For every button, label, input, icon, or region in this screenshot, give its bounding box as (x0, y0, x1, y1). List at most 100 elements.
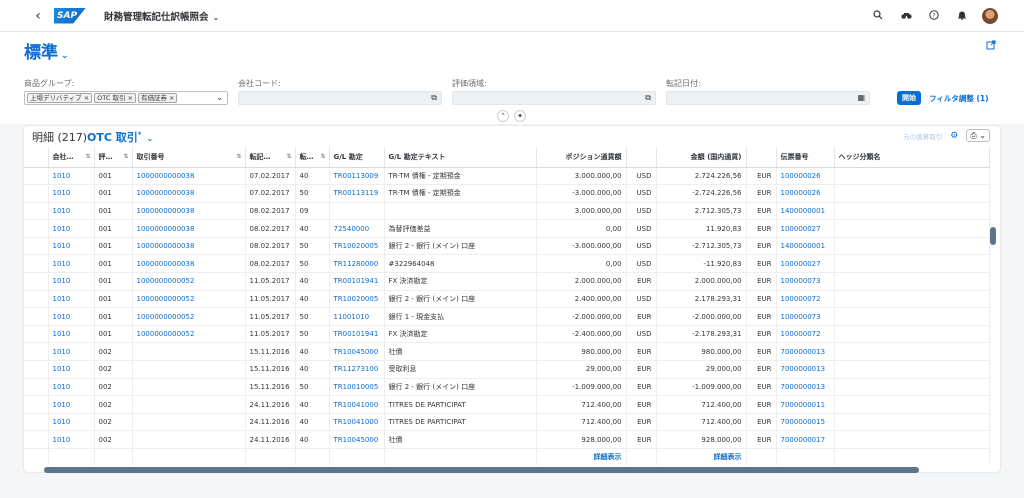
table-row[interactable]: 1010 002 24.11.2016 40 TR10045000 社債 928.000,0… (24, 430, 990, 449)
table-row[interactable]: 1010 001 1000000000038 08.02.2017 40 72540000… (24, 219, 990, 238)
table-cell[interactable]: 7000000015 (776, 413, 835, 432)
table-cell[interactable]: 1000000000052 (132, 290, 246, 309)
row-selector[interactable] (24, 430, 49, 449)
table-cell[interactable]: 1010 (48, 413, 95, 432)
company-code-field[interactable]: ⧉ (238, 91, 442, 105)
sap-logo[interactable]: SAP (54, 7, 86, 24)
table-row[interactable]: 1010 002 15.11.2016 40 TR10045000 社債 980.000,0… (24, 342, 990, 362)
row-selector[interactable] (24, 184, 49, 203)
table-cell[interactable]: TR10045000 (329, 430, 385, 449)
search-icon[interactable] (864, 9, 892, 23)
table-cell[interactable]: TR10010005 (329, 378, 385, 397)
col-header-local-amount[interactable]: 金額 (国内通貨) (656, 147, 747, 168)
col-header-company[interactable]: 会社… ⇅ (48, 147, 95, 168)
table-cell[interactable]: 1000000000052 (132, 272, 246, 291)
table-row[interactable]: 1010 001 1000000000052 11.05.2017 50 TR001019… (24, 325, 990, 344)
table-cell[interactable]: 1010 (48, 307, 95, 326)
calendar-icon[interactable]: ▦ (857, 93, 865, 102)
table-cell[interactable]: TR00101941 (329, 272, 385, 291)
table-row[interactable]: 1010 001 1000000000038 08.02.2017 09 3.000.00… (24, 202, 990, 221)
table-cell[interactable]: 1010 (48, 272, 95, 291)
table-row[interactable]: 1010 001 1000000000052 11.05.2017 40 TR001019… (24, 272, 990, 291)
table-cell[interactable] (132, 360, 246, 379)
table-cell[interactable]: 100000073 (776, 272, 835, 291)
col-header-posting-key[interactable]: 転… ⇅ (295, 147, 330, 168)
row-selector[interactable] (24, 378, 49, 397)
table-cell[interactable]: 1010 (48, 219, 95, 238)
col-header-hedge[interactable]: ヘッジ分類名 (834, 147, 990, 168)
table-cell[interactable]: 72540000 (329, 219, 385, 238)
table-cell[interactable]: 1400000001 (776, 237, 835, 256)
show-details-link[interactable]: 詳細表示 (594, 453, 622, 461)
table-cell[interactable]: TR10020005 (329, 237, 385, 256)
table-cell[interactable]: 1010 (48, 395, 95, 414)
col-header-position-currency[interactable] (626, 147, 657, 168)
table-cell[interactable]: 1010 (48, 290, 95, 309)
token[interactable]: 有価証券 × (137, 93, 178, 103)
chevron-down-icon[interactable]: ⌄ (216, 93, 223, 102)
table-cell[interactable] (132, 430, 246, 449)
table-cell[interactable] (132, 378, 246, 397)
table-cell[interactable]: 100000073 (776, 307, 835, 326)
table-row[interactable]: 1010 001 1000000000038 08.02.2017 50 TR112800… (24, 254, 990, 274)
help-icon[interactable]: ? (920, 9, 948, 23)
table-cell[interactable]: 1000000000038 (132, 254, 246, 274)
table-cell[interactable]: 100000072 (776, 325, 835, 344)
table-row[interactable]: 1010 001 1000000000052 11.05.2017 50 11001010… (24, 307, 990, 326)
table-cell[interactable]: 1000000000038 (132, 219, 246, 238)
table-cell[interactable]: 1010 (48, 202, 95, 221)
col-header-position-amount[interactable]: ポジション通貨額 (536, 147, 627, 168)
table-cell[interactable]: 1000000000038 (132, 202, 246, 221)
table-cell[interactable]: 100000027 (776, 254, 835, 274)
row-selector[interactable] (24, 395, 49, 414)
table-cell[interactable]: 1010 (48, 325, 95, 344)
col-header-gl-account[interactable]: G/L 勘定 (329, 147, 385, 168)
value-help-icon[interactable]: ⧉ (645, 93, 651, 103)
table-variant-selector[interactable]: OTC 取引* ⌄ (87, 129, 153, 145)
table-cell[interactable] (329, 202, 385, 221)
table-cell[interactable]: 1010 (48, 167, 95, 186)
table-cell[interactable]: 1010 (48, 342, 95, 362)
table-cell[interactable]: 7000000011 (776, 395, 835, 414)
vertical-scrollbar[interactable] (990, 227, 996, 245)
table-cell[interactable]: TR11280000 (329, 254, 385, 274)
variant-selector[interactable]: 標準 ⌄ (24, 38, 69, 63)
restore-button[interactable]: 元の換算取引 (903, 131, 942, 141)
table-cell[interactable]: 7000000013 (776, 342, 835, 362)
horizontal-scrollbar[interactable] (44, 467, 919, 473)
row-selector[interactable] (24, 413, 49, 432)
table-cell[interactable]: 1000000000038 (132, 167, 246, 186)
value-help-icon[interactable]: ⧉ (431, 93, 437, 103)
row-selector[interactable] (24, 202, 49, 221)
back-button[interactable]: ‹ (28, 8, 48, 24)
table-cell[interactable]: 100000026 (776, 167, 835, 186)
adapt-filters-button[interactable]: フィルタ調整 (1) (929, 93, 989, 104)
col-header-local-currency[interactable] (746, 147, 777, 168)
table-row[interactable]: 1010 002 15.11.2016 40 TR11273100 受取利息 29.000,… (24, 360, 990, 379)
table-cell[interactable]: 7000000017 (776, 430, 835, 449)
table-cell[interactable]: TR00113119 (329, 184, 385, 203)
row-selector[interactable] (24, 325, 49, 344)
table-row[interactable]: 1010 001 1000000000038 08.02.2017 50 TR100200… (24, 237, 990, 256)
col-header-gl-text[interactable]: G/L 勘定テキスト (384, 147, 537, 168)
binoculars-icon[interactable] (892, 10, 920, 23)
table-cell[interactable]: TR10041000 (329, 413, 385, 432)
row-selector[interactable] (24, 307, 49, 326)
table-cell[interactable]: TR10020005 (329, 290, 385, 309)
token[interactable]: OTC 取引 × (94, 93, 136, 103)
valuation-area-field[interactable]: ⧉ (452, 91, 656, 105)
col-header-transaction[interactable]: 取引番号 ⇅ (132, 147, 246, 168)
row-selector[interactable] (24, 360, 49, 379)
row-selector[interactable] (24, 167, 49, 186)
table-cell[interactable]: 1010 (48, 254, 95, 274)
table-cell[interactable]: 1010 (48, 184, 95, 203)
go-button[interactable]: 開始 (897, 91, 921, 105)
posting-date-field[interactable]: ▦ (666, 91, 870, 105)
token[interactable]: 上場デリバティブ × (27, 93, 93, 103)
table-cell[interactable] (132, 413, 246, 432)
table-cell[interactable]: TR10045000 (329, 342, 385, 362)
bell-icon[interactable] (948, 10, 976, 23)
table-cell[interactable]: 1000000000038 (132, 184, 246, 203)
table-row[interactable]: 1010 001 1000000000038 07.02.2017 50 TR001131… (24, 184, 990, 203)
table-cell[interactable] (132, 395, 246, 414)
